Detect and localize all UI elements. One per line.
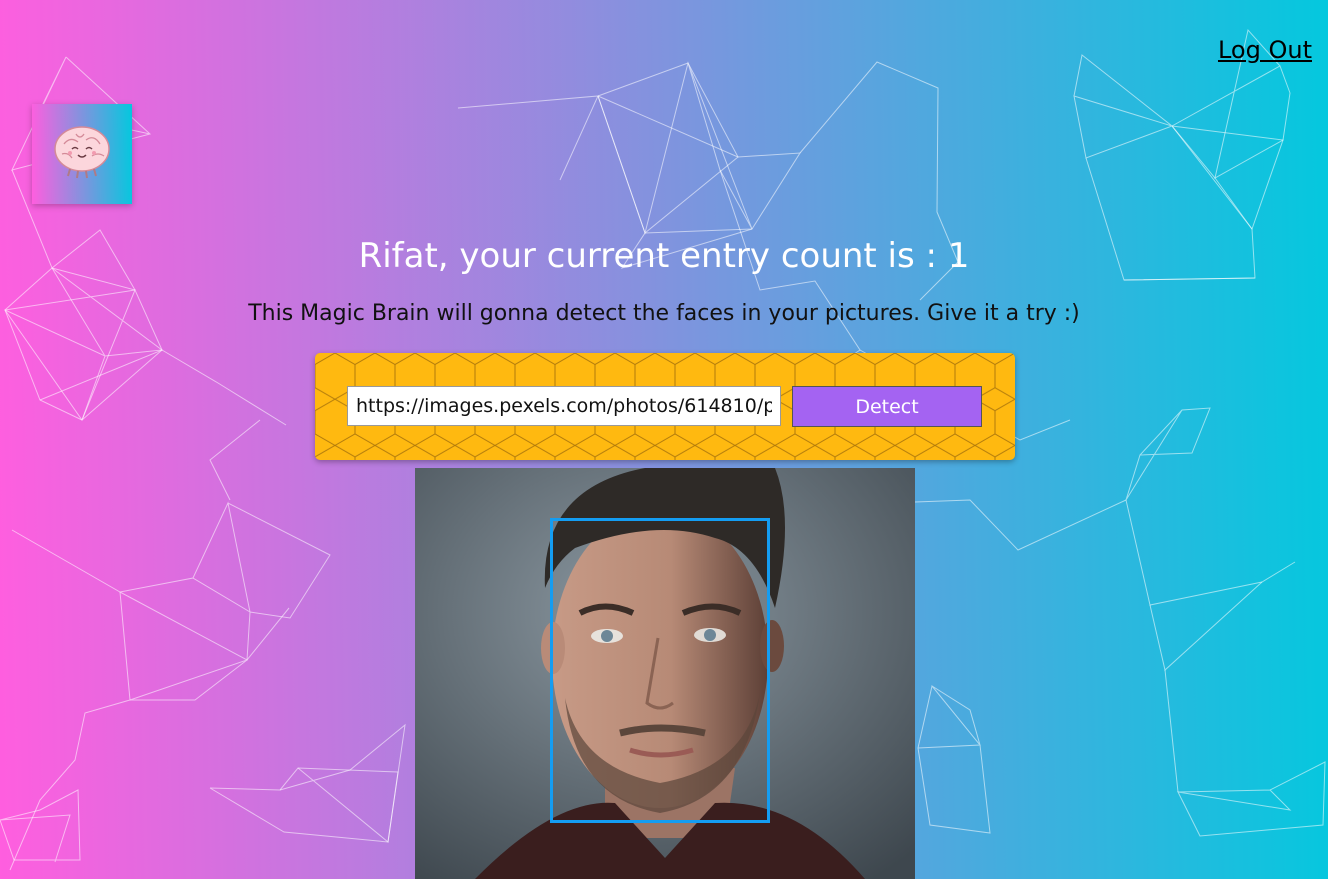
- face-bounding-box: [550, 518, 770, 823]
- image-url-form: Detect: [315, 353, 1015, 460]
- brain-icon: [54, 126, 110, 179]
- description-text: This Magic Brain will gonna detect the f…: [248, 301, 1080, 326]
- detect-button[interactable]: Detect: [792, 386, 982, 427]
- entry-count-title: Rifat, your current entry count is : 1: [358, 236, 970, 276]
- image-url-input[interactable]: [347, 386, 781, 426]
- face-image: [415, 468, 915, 879]
- log-out-link[interactable]: Log Out: [1218, 36, 1312, 64]
- logo: [32, 104, 132, 204]
